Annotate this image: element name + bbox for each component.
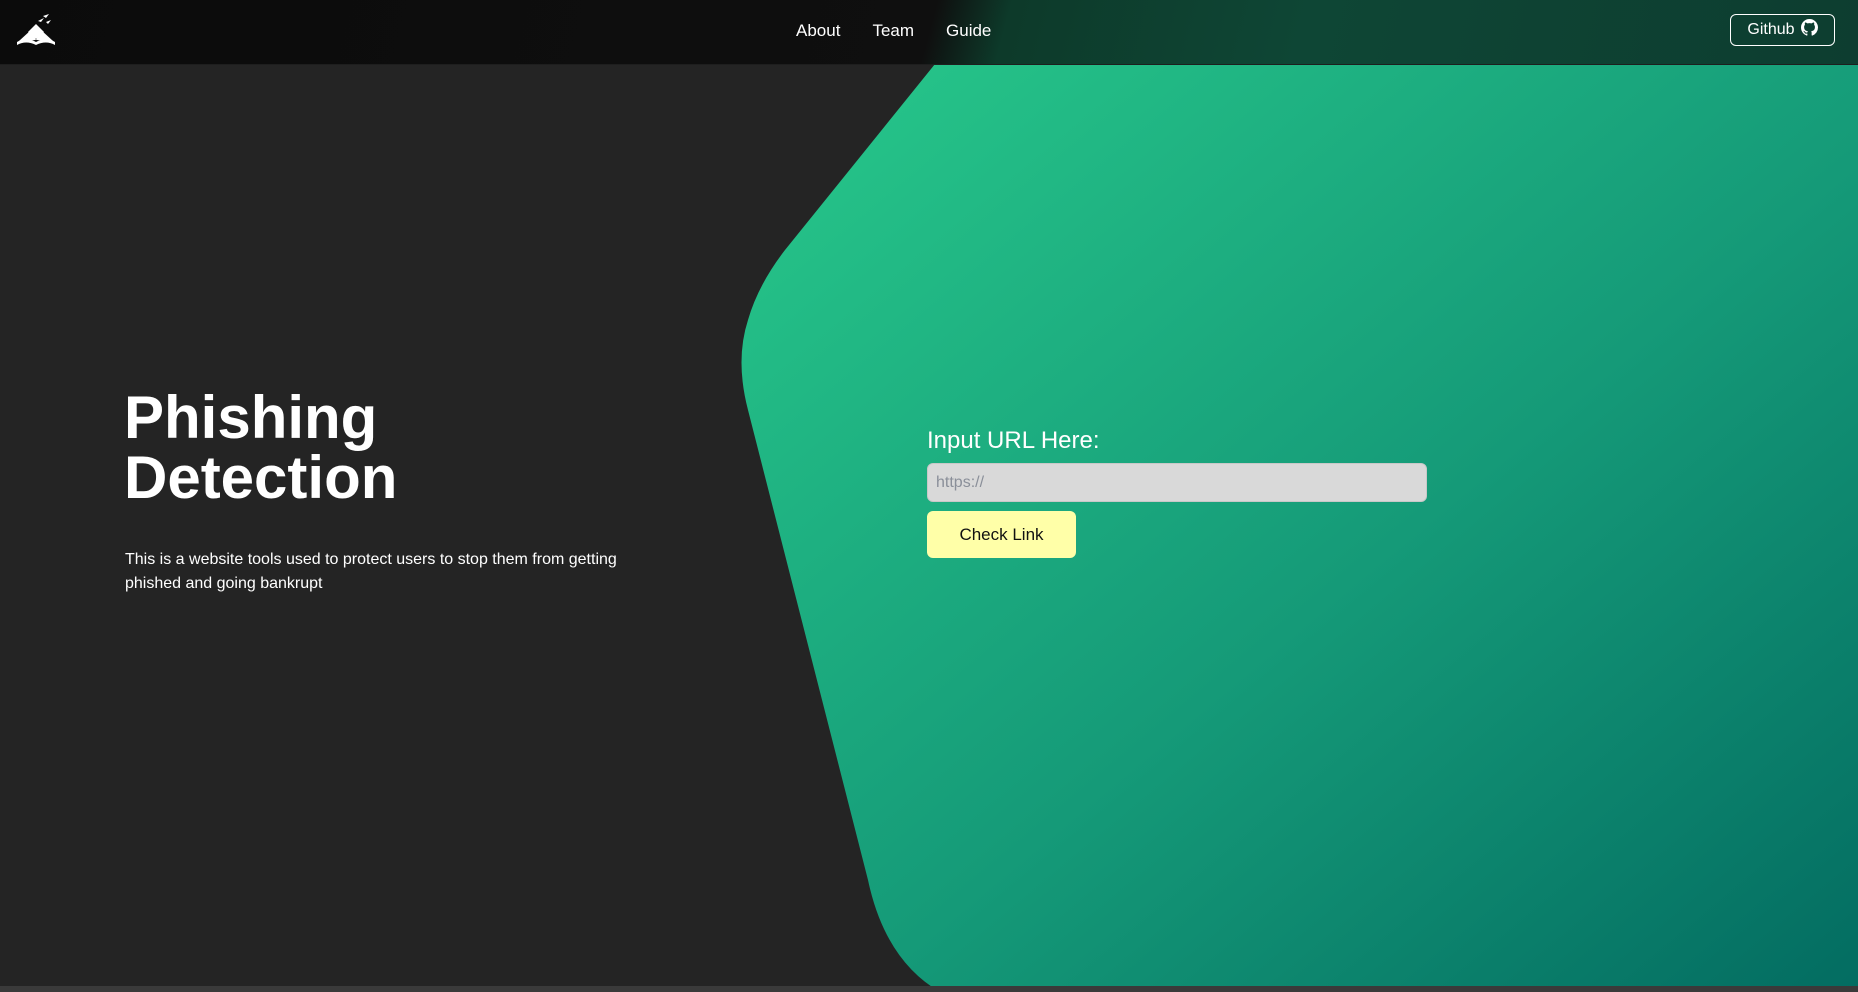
title-line-1: Phishing xyxy=(124,384,378,451)
hero-description: This is a website tools used to protect … xyxy=(125,551,617,592)
url-check-form: Input URL Here: Check Link xyxy=(927,426,1427,558)
nav-link-about[interactable]: About xyxy=(796,20,840,42)
github-icon xyxy=(1800,19,1818,41)
url-input-label: Input URL Here: xyxy=(927,427,1100,454)
nav-links: About Team Guide xyxy=(796,20,991,42)
github-button-label: Github xyxy=(1747,21,1795,38)
url-input[interactable] xyxy=(927,463,1427,502)
navbar: About Team Guide Github xyxy=(0,0,1858,65)
page-title: Phishing Detection xyxy=(124,388,624,508)
bottom-divider xyxy=(0,986,1858,992)
page: About Team Guide Github Phishing Detecti… xyxy=(0,0,1858,992)
check-link-button[interactable]: Check Link xyxy=(927,511,1076,558)
nav-link-team[interactable]: Team xyxy=(872,20,914,42)
github-button[interactable]: Github xyxy=(1730,14,1835,46)
nav-link-guide[interactable]: Guide xyxy=(946,20,991,42)
title-line-2: Detection xyxy=(124,444,398,511)
open-book-logo-icon[interactable] xyxy=(14,12,58,48)
